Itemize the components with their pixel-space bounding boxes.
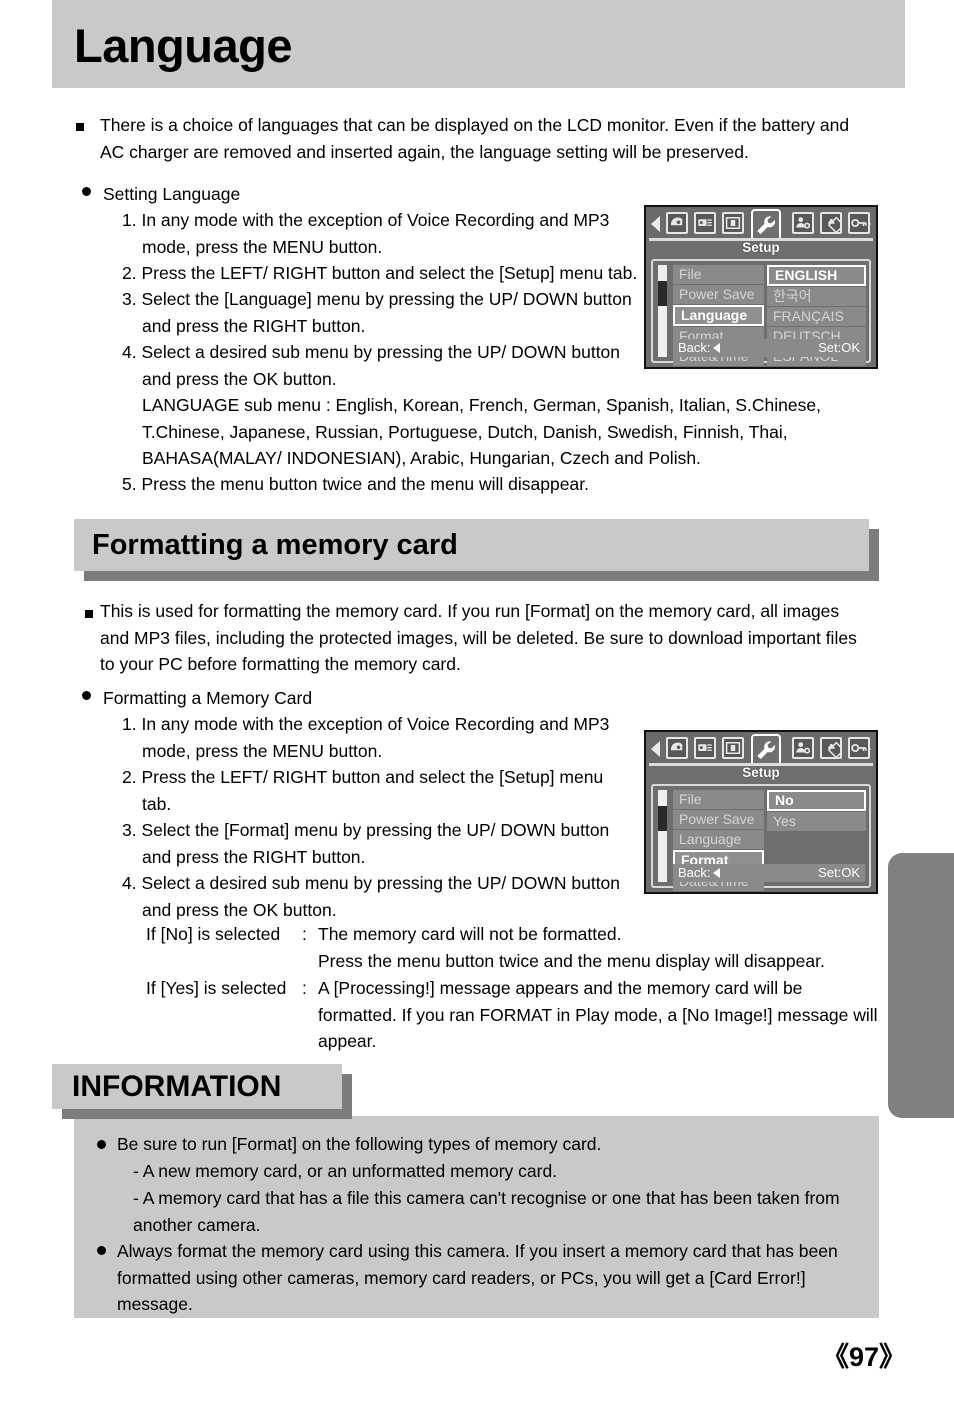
lcd-menu-panel: File Power Save Language Format Date&Tim…: [651, 259, 871, 366]
language-step-1: 1. In any mode with the exception of Voi…: [122, 210, 610, 257]
format-intro-text: This is used for formatting the memory c…: [100, 601, 857, 674]
scrollbar-thumb[interactable]: [658, 806, 667, 831]
format-step-2: 2. Press the LEFT/ RIGHT button and sele…: [122, 767, 604, 814]
outcome-no-label: If [No] is selected: [146, 924, 281, 944]
lcd-tab-row: [646, 732, 876, 766]
lcd-setup-label: Setup: [742, 240, 780, 255]
my-camera-icon[interactable]: [792, 212, 814, 234]
effect-icon[interactable]: [820, 212, 842, 234]
scrollbar-track[interactable]: [658, 265, 667, 357]
tab-scroll-left-icon[interactable]: [651, 741, 660, 757]
key-icon[interactable]: [848, 737, 870, 759]
movie-clip-icon[interactable]: [694, 212, 716, 234]
right-edge-thumb-tab: [888, 853, 954, 1118]
language-step-3: 3. Select the [Language] menu by pressin…: [122, 289, 632, 336]
information-item-2: - A new memory card, or an unformatted m…: [133, 1161, 558, 1181]
round-bullet-icon: [82, 691, 91, 700]
scrollbar-thumb[interactable]: [658, 281, 667, 306]
formatting-section-title: Formatting a memory card: [92, 529, 458, 561]
setting-language-heading: Setting Language: [103, 184, 241, 204]
square-bullet-icon: [76, 123, 84, 131]
lcd-setup-label: Setup: [742, 765, 780, 780]
outcome-no-text: The memory card will not be formatted.: [318, 924, 622, 944]
lcd-footer-back: Back:: [678, 339, 720, 357]
outcome-no-text-cont: Press the menu button twice and the menu…: [318, 951, 825, 971]
format-step-3: 3. Select the [Format] menu by pressing …: [122, 820, 610, 867]
display-icon[interactable]: [722, 737, 744, 759]
formatting-section-header: Formatting a memory card: [74, 519, 879, 581]
formatting-sub-heading: Formatting a Memory Card: [103, 688, 313, 708]
effect-icon[interactable]: [820, 737, 842, 759]
menu-item-language[interactable]: Language: [673, 830, 764, 849]
format-step-1: 1. In any mode with the exception of Voi…: [122, 714, 610, 761]
recording-mode-icon[interactable]: [666, 737, 688, 759]
lcd-footer-set: Set:OK: [818, 865, 860, 880]
option-no[interactable]: No: [767, 790, 866, 811]
setup-wrench-icon[interactable]: [751, 209, 781, 241]
movie-clip-icon[interactable]: [694, 737, 716, 759]
menu-item-power-save[interactable]: Power Save: [673, 285, 764, 304]
lcd-tab-row: [646, 207, 876, 241]
square-bullet-icon: [85, 610, 93, 618]
language-intro-text: There is a choice of languages that can …: [100, 115, 850, 162]
information-item-3: - A memory card that has a file this cam…: [133, 1188, 840, 1235]
round-bullet-icon: [97, 1246, 106, 1255]
information-section-header: INFORMATION: [52, 1064, 352, 1119]
option-korean[interactable]: 한국어: [767, 287, 866, 306]
language-submenu-note: LANGUAGE sub menu : English, Korean, Fre…: [142, 395, 821, 468]
menu-item-language[interactable]: Language: [673, 305, 764, 326]
language-step-5: 5. Press the menu button twice and the m…: [122, 474, 589, 494]
page-title-banner: Language: [52, 0, 905, 88]
option-english[interactable]: ENGLISH: [767, 265, 866, 286]
language-step-4: 4. Select a desired sub menu by pressing…: [122, 342, 621, 389]
key-icon[interactable]: [848, 212, 870, 234]
lcd-footer-back: Back:: [678, 864, 720, 882]
setup-wrench-icon[interactable]: [751, 734, 781, 766]
lcd-screen-language: Setup File Power Save Language Format Da…: [644, 205, 878, 369]
format-step-4: 4. Select a desired sub menu by pressing…: [122, 873, 621, 920]
left-arrow-icon: [712, 868, 720, 878]
lcd-footer-set: Set:OK: [818, 340, 860, 355]
round-bullet-icon: [82, 187, 91, 196]
option-empty-1: [767, 832, 866, 851]
outcome-yes-text: A [Processing!] message appears and the …: [318, 978, 878, 1051]
scrollbar-track[interactable]: [658, 790, 667, 882]
menu-item-file[interactable]: File: [673, 790, 764, 809]
menu-item-power-save[interactable]: Power Save: [673, 810, 764, 829]
tab-scroll-left-icon[interactable]: [651, 216, 660, 232]
round-bullet-icon: [97, 1140, 106, 1149]
outcome-no-separator: :: [302, 924, 307, 944]
information-item-1: Be sure to run [Format] on the following…: [117, 1134, 602, 1154]
option-francais[interactable]: FRANÇAIS: [767, 307, 866, 326]
information-item-4: Always format the memory card using this…: [117, 1241, 838, 1314]
outcome-yes-separator: :: [302, 978, 307, 998]
my-camera-icon[interactable]: [792, 737, 814, 759]
language-step-2: 2. Press the LEFT/ RIGHT button and sele…: [122, 263, 638, 283]
page-number: 《97》: [822, 1342, 907, 1372]
manual-page: Language There is a choice of languages …: [0, 0, 954, 1401]
menu-item-file[interactable]: File: [673, 265, 764, 284]
lcd-footer: Back: Set:OK: [673, 339, 865, 357]
recording-mode-icon[interactable]: [666, 212, 688, 234]
left-arrow-icon: [712, 343, 720, 353]
information-section-title: INFORMATION: [72, 1070, 282, 1103]
display-icon[interactable]: [722, 212, 744, 234]
lcd-screen-format: Setup File Power Save Language Format Da…: [644, 730, 878, 894]
lcd-menu-panel: File Power Save Language Format Date&Tim…: [651, 784, 871, 891]
lcd-footer: Back: Set:OK: [673, 864, 865, 882]
page-title: Language: [74, 19, 292, 72]
outcome-yes-label: If [Yes] is selected: [146, 978, 287, 998]
option-yes[interactable]: Yes: [767, 812, 866, 831]
